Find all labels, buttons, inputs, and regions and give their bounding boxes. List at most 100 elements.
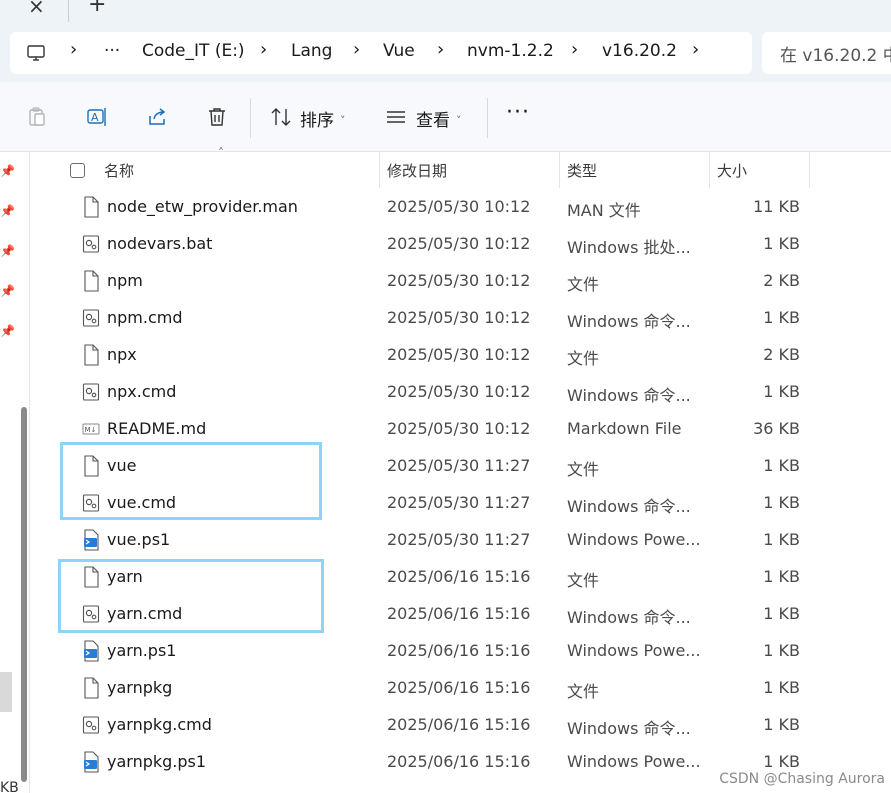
chevron-right-icon[interactable]: › <box>437 39 444 60</box>
file-date: 2025/05/30 11:27 <box>387 493 531 512</box>
file-name[interactable]: npm.cmd <box>107 308 183 327</box>
file-name[interactable]: vue.ps1 <box>107 530 170 549</box>
view-button[interactable]: 查看 ˅ <box>416 106 462 131</box>
paste-icon[interactable] <box>26 106 48 128</box>
table-row[interactable]: npx.cmd 2025/05/30 10:12 Windows 命令... 1 KB <box>30 373 891 410</box>
new-tab-button[interactable]: + <box>88 0 106 17</box>
file-name[interactable]: yarnpkg.cmd <box>107 715 212 734</box>
file-date: 2025/06/16 15:16 <box>387 604 531 623</box>
breadcrumb-version[interactable]: v16.20.2 <box>602 41 677 61</box>
file-name[interactable]: README.md <box>107 419 206 438</box>
file-size: 1 KB <box>763 530 800 549</box>
share-icon[interactable] <box>146 106 168 128</box>
table-row[interactable]: node_etw_provider.man 2025/05/30 10:12 MAN… <box>30 188 891 225</box>
table-row[interactable]: yarn.ps1 2025/06/16 15:16 Windows Powe... 1… <box>30 632 891 669</box>
sort-icon[interactable] <box>270 106 292 128</box>
file-size: 1 KB <box>763 308 800 327</box>
file-size: 2 KB <box>763 271 800 290</box>
chevron-down-icon: ˅ <box>340 114 346 127</box>
table-row[interactable]: nodevars.bat 2025/05/30 10:12 Windows 批处..… <box>30 225 891 262</box>
svg-text:A: A <box>91 111 99 124</box>
column-type[interactable]: 类型 <box>567 160 597 181</box>
table-row[interactable]: npm 2025/05/30 10:12 文件 2 KB <box>30 262 891 299</box>
nav-selection-indicator <box>0 672 12 712</box>
file-size: 1 KB <box>763 567 800 586</box>
breadcrumb-lang[interactable]: Lang <box>291 41 332 61</box>
this-pc-icon[interactable] <box>26 43 46 63</box>
column-divider[interactable] <box>379 152 380 188</box>
pin-icon[interactable]: 📌 <box>0 284 15 298</box>
search-input[interactable]: 在 v16.20.2 中 <box>762 32 891 74</box>
file-size: 1 KB <box>763 641 800 660</box>
chevron-right-icon[interactable]: › <box>353 39 360 60</box>
column-divider[interactable] <box>709 152 710 188</box>
breadcrumb-overflow[interactable]: ··· <box>104 41 120 61</box>
pin-icon[interactable]: 📌 <box>0 324 15 338</box>
file-date: 2025/05/30 10:12 <box>387 345 531 364</box>
column-name[interactable]: 名称 <box>104 160 134 181</box>
file-name[interactable]: nodevars.bat <box>107 234 212 253</box>
file-name[interactable]: yarn.ps1 <box>107 641 176 660</box>
chevron-right-icon[interactable]: › <box>260 39 267 60</box>
chevron-right-icon[interactable]: › <box>692 39 699 60</box>
file-size: 1 KB <box>763 678 800 697</box>
file-date: 2025/06/16 15:16 <box>387 641 531 660</box>
file-size: 11 KB <box>753 197 800 216</box>
view-label: 查看 <box>416 111 450 131</box>
script-icon <box>82 309 100 327</box>
file-name[interactable]: node_etw_provider.man <box>107 197 298 216</box>
address-bar[interactable]: › ··· Code_IT (E:) › Lang › Vue › nvm-1.… <box>10 32 752 74</box>
script-icon <box>82 235 100 253</box>
svg-text:M↓: M↓ <box>85 426 97 434</box>
delete-icon[interactable] <box>206 106 228 128</box>
column-size[interactable]: 大小 <box>717 160 747 181</box>
sort-button[interactable]: 排序 ˅ <box>300 106 346 131</box>
file-name[interactable]: npx.cmd <box>107 382 176 401</box>
table-row[interactable]: yarnpkg.cmd 2025/06/16 15:16 Windows 命令...… <box>30 706 891 743</box>
file-size: 1 KB <box>763 382 800 401</box>
file-name[interactable]: yarnpkg <box>107 678 172 697</box>
file-date: 2025/06/16 15:16 <box>387 752 531 771</box>
chevron-right-icon[interactable]: › <box>70 39 77 60</box>
pin-icon[interactable]: 📌 <box>0 244 15 258</box>
file-date: 2025/06/16 15:16 <box>387 678 531 697</box>
breadcrumb-drive[interactable]: Code_IT (E:) <box>142 41 245 61</box>
powershell-icon <box>84 751 99 773</box>
pin-icon[interactable]: 📌 <box>0 164 15 178</box>
file-type: Windows Powe... <box>567 530 701 549</box>
table-row[interactable]: npx 2025/05/30 10:12 文件 2 KB <box>30 336 891 373</box>
file-type: Windows Powe... <box>567 752 701 771</box>
table-row[interactable]: yarnpkg 2025/06/16 15:16 文件 1 KB <box>30 669 891 706</box>
file-type: Markdown File <box>567 419 682 438</box>
more-options-button[interactable]: ··· <box>506 100 530 125</box>
tab-close-button[interactable]: × <box>28 0 45 18</box>
pin-icon[interactable]: 📌 <box>0 204 15 218</box>
file-date: 2025/05/30 10:12 <box>387 271 531 290</box>
file-size: 1 KB <box>763 752 800 771</box>
file-type: Windows 命令... <box>567 608 691 627</box>
view-icon[interactable] <box>385 106 407 128</box>
file-size: 1 KB <box>763 493 800 512</box>
select-all-checkbox[interactable] <box>70 163 85 178</box>
file-name[interactable]: yarnpkg.ps1 <box>107 752 206 771</box>
watermark: CSDN @Chasing Aurora <box>719 771 885 787</box>
file-name[interactable]: npm <box>107 271 143 290</box>
chevron-right-icon[interactable]: › <box>571 39 578 60</box>
file-name[interactable]: npx <box>107 345 137 364</box>
table-row[interactable]: npm.cmd 2025/05/30 10:12 Windows 命令... 1 KB <box>30 299 891 336</box>
file-type: Windows 命令... <box>567 497 691 516</box>
file-icon <box>84 677 99 699</box>
column-divider[interactable] <box>809 152 810 188</box>
breadcrumb-nvm[interactable]: nvm-1.2.2 <box>467 41 554 61</box>
table-row[interactable]: vue.ps1 2025/05/30 11:27 Windows Powe... 1 … <box>30 521 891 558</box>
rename-icon[interactable]: A <box>86 106 108 128</box>
breadcrumb-vue[interactable]: Vue <box>383 41 415 61</box>
file-type: Windows 批处... <box>567 238 691 257</box>
nav-scrollbar[interactable] <box>21 407 27 782</box>
file-type: Windows 命令... <box>567 386 691 405</box>
column-divider[interactable] <box>559 152 560 188</box>
file-date: 2025/05/30 10:12 <box>387 382 531 401</box>
chevron-down-icon: ˅ <box>456 114 462 127</box>
column-date[interactable]: 修改日期 <box>387 160 447 181</box>
toolbar-divider <box>250 98 251 138</box>
